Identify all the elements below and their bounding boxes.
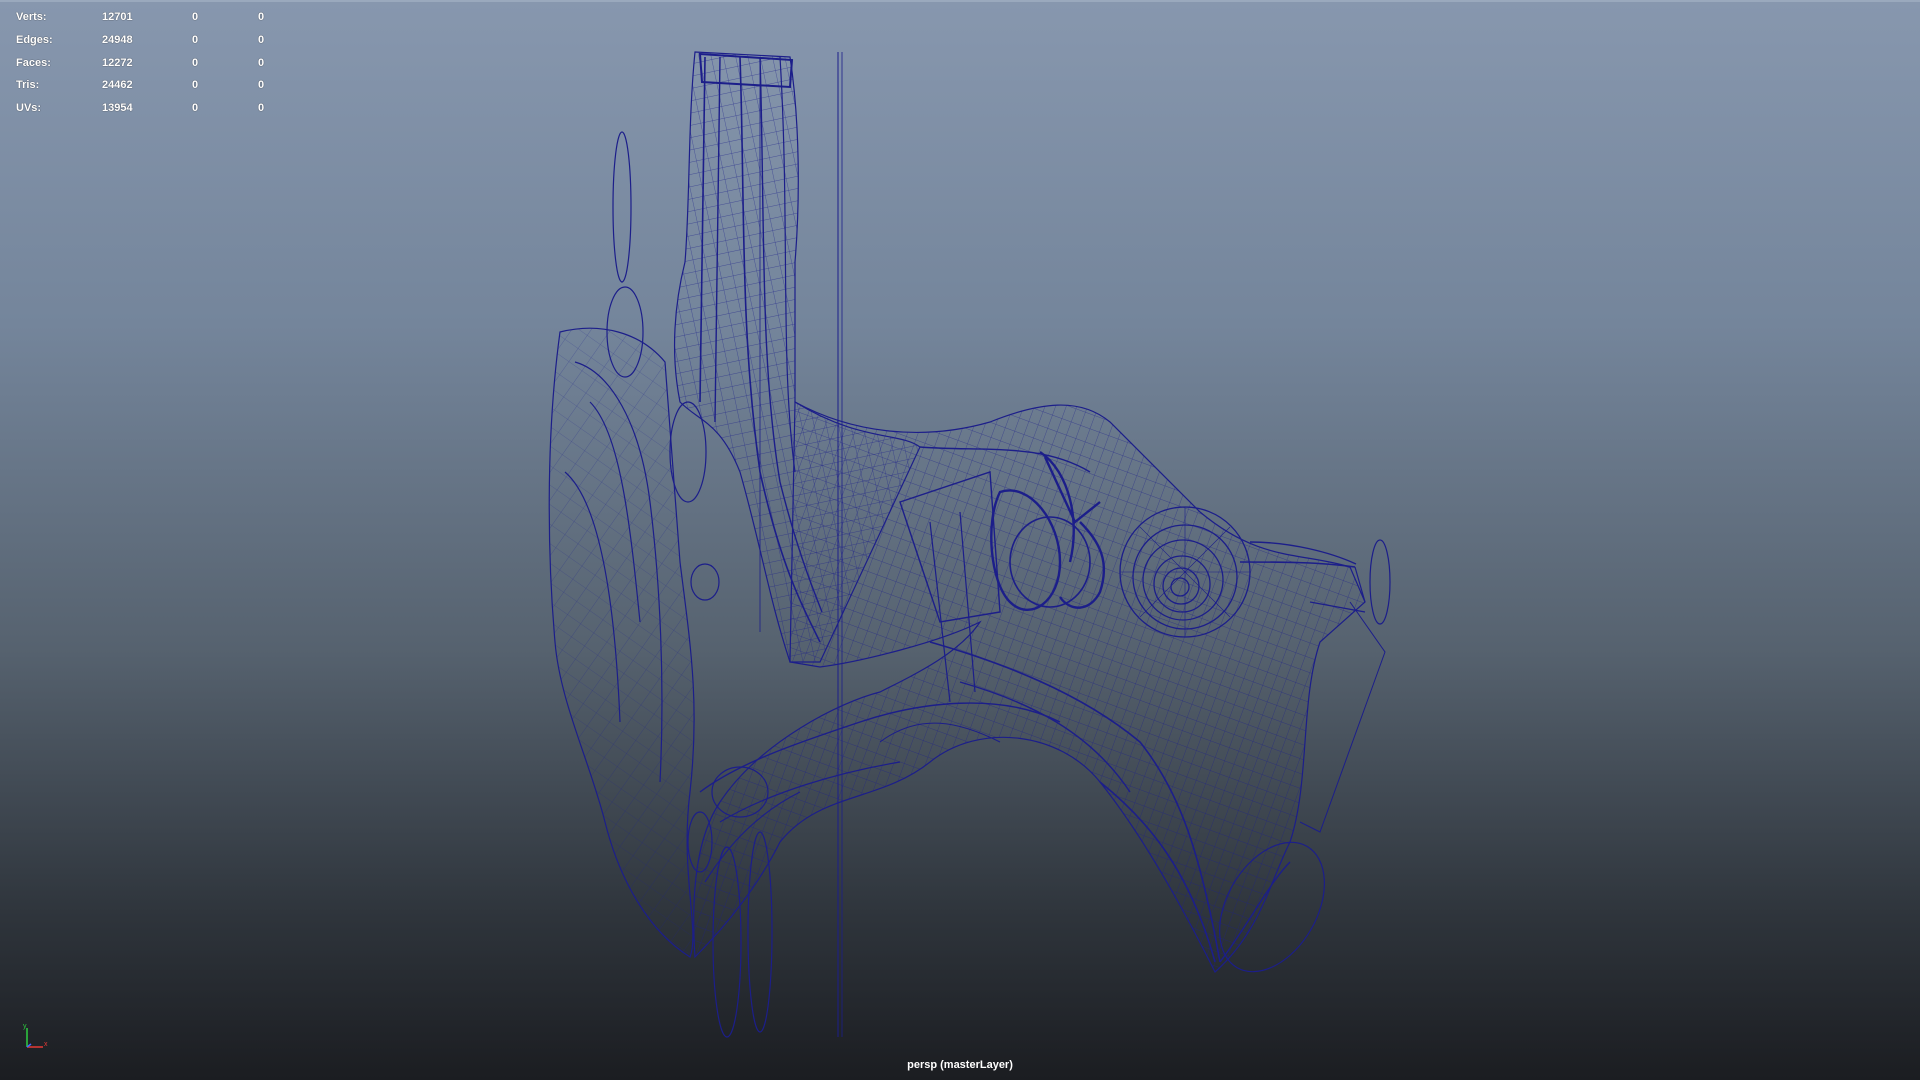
axis-y-label: y xyxy=(23,1023,27,1030)
perspective-viewport[interactable]: Verts: 12701 0 0 Edges: 24948 0 0 Faces:… xyxy=(0,0,1920,1080)
axis-gizmo: y x xyxy=(23,1023,48,1048)
ear-wireframe-mesh[interactable] xyxy=(0,2,1920,1080)
axis-x-label: x xyxy=(44,1041,48,1048)
camera-name-label: persp (masterLayer) xyxy=(907,1059,1013,1071)
pinna-outline xyxy=(548,327,695,958)
ear-canal xyxy=(693,401,1366,973)
